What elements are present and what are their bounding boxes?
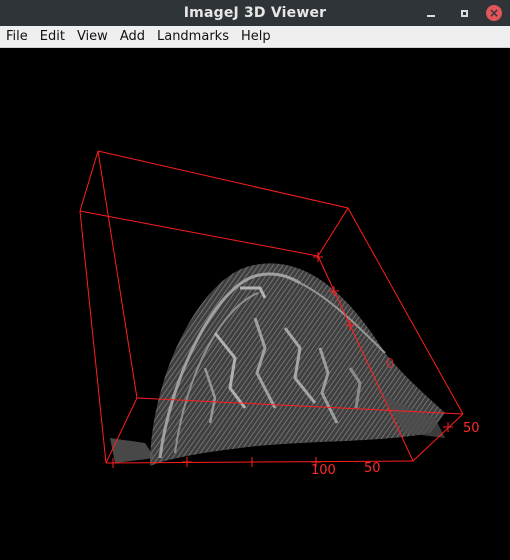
volume-rendering bbox=[110, 263, 445, 466]
menu-add[interactable]: Add bbox=[114, 29, 151, 44]
menu-file[interactable]: File bbox=[0, 29, 34, 44]
z-axis-label-partial: 0 bbox=[386, 357, 394, 372]
minimize-button[interactable] bbox=[423, 5, 439, 21]
close-button[interactable]: × bbox=[486, 5, 502, 21]
maximize-button[interactable] bbox=[456, 5, 472, 21]
menu-bar: File Edit View Add Landmarks Help bbox=[0, 26, 510, 48]
3d-viewport[interactable]: 100 50 50 0 bbox=[0, 48, 510, 560]
close-icon: × bbox=[486, 5, 502, 21]
menu-edit[interactable]: Edit bbox=[34, 29, 71, 44]
menu-landmarks[interactable]: Landmarks bbox=[151, 29, 235, 44]
menu-help[interactable]: Help bbox=[235, 29, 277, 44]
window-title: ImageJ 3D Viewer bbox=[183, 5, 327, 21]
3d-scene: 100 50 50 0 bbox=[79, 150, 480, 478]
x-axis-label-100: 100 bbox=[311, 463, 336, 478]
menu-view[interactable]: View bbox=[71, 29, 114, 44]
maximize-icon bbox=[460, 9, 468, 17]
y-axis-label-50: 50 bbox=[463, 421, 480, 436]
minimize-icon bbox=[427, 15, 435, 17]
x-axis-label-50: 50 bbox=[364, 461, 381, 476]
title-bar: ImageJ 3D Viewer × bbox=[0, 0, 510, 26]
